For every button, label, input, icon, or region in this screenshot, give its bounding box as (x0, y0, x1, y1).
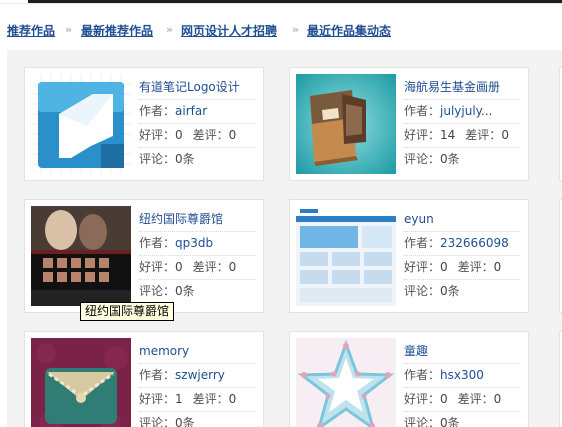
comment-unit: 条 (447, 284, 460, 298)
author-link[interactable]: szwjerry (175, 368, 225, 382)
good-count: 1 (175, 392, 183, 406)
crumb-latest-recommended[interactable]: 最新推荐作品 (81, 22, 153, 39)
work-title-link[interactable]: 童趣 (404, 344, 428, 358)
comment-label: 评论： (139, 284, 176, 298)
work-thumbnail[interactable] (296, 206, 396, 306)
comment-label: 评论： (404, 416, 441, 427)
bad-label: 差评： (192, 392, 229, 406)
work-card: 有道笔记Logo设计 作者：airfar 好评：0 差评：0 评论：0条 (24, 67, 264, 181)
comment-count: 0 (175, 284, 183, 298)
comment-unit: 条 (182, 284, 195, 298)
comment-unit: 条 (182, 416, 195, 427)
author-label: 作者： (404, 236, 441, 250)
website-screenshot (31, 206, 131, 306)
work-thumbnail[interactable] (296, 338, 396, 427)
work-thumbnail[interactable] (31, 74, 131, 174)
good-label: 好评： (139, 392, 176, 406)
author-label: 作者： (139, 236, 176, 250)
author-label: 作者： (404, 368, 441, 382)
good-count: 0 (175, 260, 183, 274)
comment-label: 评论： (139, 416, 176, 427)
author-link[interactable]: 232666098 (440, 236, 509, 250)
bad-label: 差评： (192, 128, 229, 142)
author-label: 作者： (139, 104, 176, 118)
work-title-link[interactable]: memory (139, 344, 189, 358)
good-label: 好评： (404, 392, 441, 406)
work-card: memory 作者：szwjerry 好评：1 差评：0 评论：0条 (24, 331, 264, 427)
comment-label: 评论： (139, 152, 176, 166)
comment-label: 评论： (404, 152, 441, 166)
bad-count: 0 (228, 128, 237, 142)
crumb-web-design-jobs[interactable]: 网页设计人才招聘 (181, 22, 277, 39)
good-count: 0 (440, 392, 448, 406)
bad-count: 0 (228, 392, 237, 406)
logo-icon (31, 74, 131, 174)
brochure-image (296, 74, 396, 174)
top-divider (0, 3, 562, 4)
comment-count: 0 (175, 416, 183, 427)
bad-count: 0 (228, 260, 237, 274)
comment-count: 0 (175, 152, 183, 166)
author-link[interactable]: hsx300 (440, 368, 484, 382)
work-title-link[interactable]: 有道笔记Logo设计 (139, 80, 240, 94)
good-count: 0 (440, 260, 448, 274)
portal-screenshot (296, 206, 396, 306)
bad-count: 0 (493, 260, 502, 274)
author-label: 作者： (139, 368, 176, 382)
work-title-link[interactable]: eyun (404, 212, 434, 226)
crumb-recent-portfolio[interactable]: 最近作品集动态 (307, 22, 391, 39)
work-card: eyun 作者：232666098 好评：0 差评：0 评论：0条 (289, 199, 529, 313)
envelope-icon (31, 338, 131, 427)
work-card: 海航易生基金画册 作者：julyjuly... 好评：14 差评：0 评论：0条 (289, 67, 529, 181)
good-count: 14 (440, 128, 456, 142)
author-link[interactable]: qp3db (175, 236, 213, 250)
work-title-link[interactable]: 纽约国际尊爵馆 (139, 212, 223, 226)
bad-count: 0 (501, 128, 509, 142)
crumb-recommended[interactable]: 推荐作品 (7, 22, 55, 39)
comment-unit: 条 (447, 416, 460, 427)
work-thumbnail[interactable] (31, 206, 131, 306)
work-thumbnail[interactable] (296, 74, 396, 174)
bad-label: 差评： (457, 392, 494, 406)
author-link[interactable]: julyjuly... (440, 104, 492, 118)
star-frame-image (296, 338, 396, 427)
bad-label: 差评： (457, 260, 494, 274)
work-card: 纽约国际尊爵馆 作者：qp3db 好评：0 差评：0 评论：0条 (24, 199, 264, 313)
bad-label: 差评： (192, 260, 229, 274)
crumb-separator: » (166, 23, 174, 36)
good-label: 好评： (404, 128, 441, 142)
good-label: 好评： (139, 128, 176, 142)
crumb-separator: » (65, 23, 73, 36)
bad-label: 差评： (465, 128, 502, 142)
thumbnail-tooltip: 纽约国际尊爵馆 (80, 302, 175, 321)
good-label: 好评： (139, 260, 176, 274)
comment-label: 评论： (404, 284, 441, 298)
author-link[interactable]: airfar (175, 104, 207, 118)
comment-count: 0 (440, 152, 448, 166)
comment-unit: 条 (182, 152, 195, 166)
bad-count: 0 (493, 392, 502, 406)
work-thumbnail[interactable] (31, 338, 131, 427)
comment-count: 0 (440, 416, 448, 427)
works-panel: 有道笔记Logo设计 作者：airfar 好评：0 差评：0 评论：0条 海航易… (7, 50, 562, 427)
good-count: 0 (175, 128, 183, 142)
comment-unit: 条 (447, 152, 460, 166)
crumb-separator: » (292, 23, 300, 36)
work-title-link[interactable]: 海航易生基金画册 (404, 80, 500, 94)
author-label: 作者： (404, 104, 441, 118)
work-card: 童趣 作者：hsx300 好评：0 差评：0 评论：0条 (289, 331, 529, 427)
comment-count: 0 (440, 284, 448, 298)
good-label: 好评： (404, 260, 441, 274)
